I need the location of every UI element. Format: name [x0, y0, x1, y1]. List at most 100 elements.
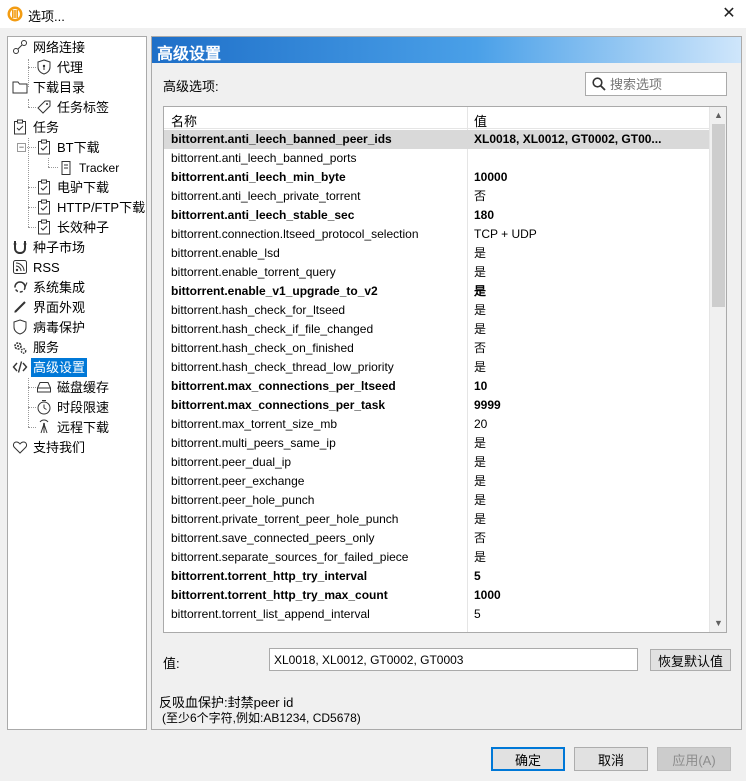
table-row[interactable]: bittorrent.enable_lsd 是 — [164, 244, 709, 263]
tree-item-label: BT下载 — [57, 140, 100, 155]
tree-item-label: 任务 — [33, 120, 60, 135]
clipboard-icon — [38, 199, 50, 215]
title-bar: 选项... ✕ — [0, 0, 746, 28]
table-row[interactable]: bittorrent.multi_peers_same_ip 是 — [164, 434, 709, 453]
option-value: 20 — [474, 417, 488, 431]
table-row[interactable]: bittorrent.anti_leech_min_byte 10000 — [164, 168, 709, 187]
value-field[interactable] — [269, 648, 638, 671]
tree-item-label: 下载目录 — [33, 80, 86, 95]
table-row[interactable]: bittorrent.private_torrent_peer_hole_pun… — [164, 510, 709, 529]
table-row[interactable]: bittorrent.save_connected_peers_only 否 — [164, 529, 709, 548]
table-row[interactable]: bittorrent.hash_check_if_file_changed 是 — [164, 320, 709, 339]
table-row[interactable]: bittorrent.max_torrent_size_mb 20 — [164, 415, 709, 434]
option-value: 否 — [474, 531, 487, 545]
search-input[interactable] — [610, 75, 722, 93]
tree-item-label: 网络连接 — [33, 40, 86, 55]
option-value: 是 — [474, 360, 487, 374]
tree-item-label: 系统集成 — [33, 280, 86, 295]
tree-item-label: 长效种子 — [57, 220, 110, 235]
value-label: 值: — [163, 656, 180, 671]
gears-icon — [14, 342, 27, 354]
table-row[interactable]: bittorrent.anti_leech_stable_sec 180 — [164, 206, 709, 225]
option-name: bittorrent.hash_check_thread_low_priorit… — [171, 360, 394, 374]
option-value: 是 — [474, 550, 487, 564]
option-value: 是 — [474, 512, 487, 526]
shield-icon — [37, 59, 51, 75]
integration-icon — [14, 281, 28, 293]
app-logo-icon — [7, 6, 23, 22]
table-body: bittorrent.anti_leech_banned_peer_ids XL0… — [164, 130, 709, 624]
tag-icon — [37, 100, 51, 114]
close-button[interactable]: ✕ — [712, 0, 746, 28]
column-header-name[interactable]: 名称 — [171, 111, 197, 130]
tree-item-label: RSS — [33, 260, 60, 275]
table-row[interactable]: bittorrent.anti_leech_banned_ports — [164, 149, 709, 168]
settings-tree: − 网络连接 代理 下载目录 任务标签 任务 BT下载 Tracker 电驴下载… — [7, 36, 147, 730]
scroll-up-icon[interactable]: ▲ — [710, 107, 726, 124]
cancel-button[interactable]: 取消 — [574, 747, 648, 771]
option-value: 否 — [474, 341, 487, 355]
table-row[interactable]: bittorrent.max_connections_per_ltseed 10 — [164, 377, 709, 396]
table-row[interactable]: bittorrent.hash_check_for_ltseed 是 — [164, 301, 709, 320]
table-row[interactable]: bittorrent.hash_check_thread_low_priorit… — [164, 358, 709, 377]
network-icon — [13, 40, 27, 54]
tree-item-label: Tracker — [79, 161, 120, 175]
clipboard-icon — [38, 219, 50, 235]
table-row[interactable]: bittorrent.enable_torrent_query 是 — [164, 263, 709, 282]
ok-button[interactable]: 确定 — [491, 747, 565, 771]
apply-button[interactable]: 应用(A) — [657, 747, 731, 771]
option-name: bittorrent.hash_check_on_finished — [171, 341, 354, 355]
advanced-settings-panel: 高级设置 高级选项: 名称 值 bittorrent.anti_leech_ba… — [151, 36, 742, 730]
table-row[interactable]: bittorrent.max_connections_per_task 9999 — [164, 396, 709, 415]
table-row[interactable]: bittorrent.torrent_http_try_interval 5 — [164, 567, 709, 586]
options-table: 名称 值 bittorrent.anti_leech_banned_peer_i… — [163, 106, 727, 633]
tree-item-label: 支持我们 — [33, 440, 86, 455]
option-name: bittorrent.max_torrent_size_mb — [171, 417, 338, 431]
tree-item-label: 高级设置 — [31, 358, 88, 377]
tree-item-label: 种子市场 — [33, 240, 86, 255]
table-row[interactable]: bittorrent.anti_leech_banned_peer_ids XL0… — [164, 130, 709, 149]
option-value: 是 — [474, 246, 487, 260]
panel-title: 高级设置 — [157, 46, 222, 63]
table-row[interactable]: bittorrent.peer_exchange 是 — [164, 472, 709, 491]
tree-item-label: 代理 — [57, 60, 84, 75]
bt-download-expander[interactable]: − — [17, 143, 26, 152]
tree-item-label: 病毒保护 — [33, 320, 86, 335]
option-name: bittorrent.peer_hole_punch — [171, 493, 315, 507]
table-row[interactable]: bittorrent.separate_sources_for_failed_p… — [164, 548, 709, 567]
option-name: bittorrent.enable_lsd — [171, 246, 280, 260]
scroll-down-icon[interactable]: ▼ — [710, 615, 726, 632]
option-value: 是 — [474, 493, 487, 507]
table-row[interactable]: bittorrent.enable_v1_upgrade_to_v2 是 — [164, 282, 709, 301]
option-name: bittorrent.hash_check_for_ltseed — [171, 303, 346, 317]
vertical-scrollbar[interactable]: ▲ ▼ — [709, 107, 726, 632]
option-name: bittorrent.torrent_list_append_interval — [171, 607, 370, 621]
clipboard-icon — [14, 119, 26, 135]
option-value: 否 — [474, 189, 487, 203]
option-value: 5 — [474, 569, 481, 583]
scroll-thumb[interactable] — [712, 124, 725, 307]
table-row[interactable]: bittorrent.peer_hole_punch 是 — [164, 491, 709, 510]
table-row[interactable]: bittorrent.connection.ltseed_protocol_se… — [164, 225, 709, 244]
magnet-icon — [13, 241, 27, 255]
option-name: bittorrent.enable_torrent_query — [171, 265, 336, 279]
table-row[interactable]: bittorrent.anti_leech_private_torrent 否 — [164, 187, 709, 206]
option-name: bittorrent.peer_exchange — [171, 474, 305, 488]
table-row[interactable]: bittorrent.torrent_http_try_max_count 100… — [164, 586, 709, 605]
code-icon — [12, 361, 28, 373]
option-value: 10 — [474, 379, 488, 393]
tree-item-label: 远程下载 — [57, 420, 110, 435]
option-value: 是 — [474, 436, 487, 450]
search-box[interactable] — [585, 72, 727, 96]
table-row[interactable]: bittorrent.torrent_list_append_interval 5 — [164, 605, 709, 624]
option-name: bittorrent.connection.ltseed_protocol_se… — [171, 227, 419, 241]
option-description-hint: (至少6个字符,例如:AB1234, CD5678) — [162, 711, 361, 725]
table-row[interactable]: bittorrent.hash_check_on_finished 否 — [164, 339, 709, 358]
column-header-value[interactable]: 值 — [474, 111, 487, 130]
option-value: TCP + UDP — [474, 227, 537, 241]
table-row[interactable]: bittorrent.peer_dual_ip 是 — [164, 453, 709, 472]
restore-default-button[interactable]: 恢复默认值 — [650, 649, 731, 671]
brush-icon — [14, 301, 26, 313]
tree-item-label: 任务标签 — [57, 100, 110, 115]
table-header: 名称 值 — [164, 107, 709, 632]
